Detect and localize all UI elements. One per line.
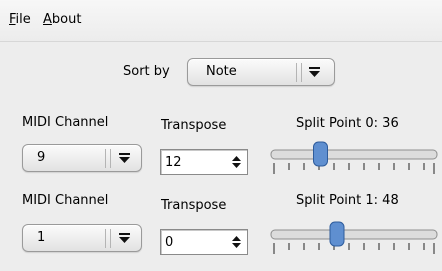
transpose-spinbox-1[interactable]: 12	[160, 149, 248, 175]
menu-about-mnemonic: A	[43, 12, 52, 27]
dropdown-separator	[105, 229, 111, 248]
menu-about-rest: bout	[51, 12, 82, 27]
slider-ticks	[273, 163, 435, 174]
transpose-label-2: Transpose	[161, 198, 227, 213]
split-point-value-1: 36	[382, 116, 399, 131]
split-point-slider-1[interactable]	[270, 140, 438, 178]
midi-channel-dropdown-2[interactable]: 1	[22, 224, 142, 252]
split-point-text-1: Split Point 0:	[296, 116, 379, 131]
split-point-value-2: 48	[382, 193, 399, 208]
midi-channel-label-1: MIDI Channel	[22, 115, 109, 130]
transpose-label-1: Transpose	[161, 118, 227, 133]
dropdown-separator	[296, 63, 302, 82]
split-point-text-2: Split Point 1:	[296, 193, 379, 208]
midi-channel-dropdown-1[interactable]: 9	[22, 144, 142, 172]
menu-file[interactable]: File	[9, 12, 31, 27]
transpose-value-2: 0	[165, 235, 174, 250]
sort-by-value: Note	[206, 64, 237, 79]
split-point-slider-2[interactable]	[270, 220, 438, 258]
sort-by-label: Sort by	[123, 64, 170, 79]
slider-ticks	[273, 243, 435, 254]
dropdown-separator	[105, 149, 111, 168]
transpose-spinbox-2[interactable]: 0	[160, 229, 248, 255]
spin-updown-icon[interactable]	[232, 155, 241, 169]
slider-handle	[313, 141, 328, 167]
midi-channel-value-2: 1	[37, 230, 46, 245]
menu-file-rest: ile	[15, 12, 31, 27]
menu-bar: File About	[0, 0, 442, 42]
dropdown-arrow-icon	[309, 67, 320, 77]
transpose-value-1: 12	[165, 155, 182, 170]
midi-channel-label-2: MIDI Channel	[22, 193, 109, 208]
menu-about[interactable]: About	[43, 12, 81, 27]
dropdown-arrow-icon	[119, 153, 130, 163]
dropdown-arrow-icon	[119, 233, 130, 243]
sort-by-dropdown[interactable]: Note	[187, 58, 335, 86]
spin-updown-icon[interactable]	[232, 235, 241, 249]
midi-channel-value-1: 9	[37, 150, 46, 165]
slider-handle	[329, 221, 345, 247]
split-point-label-1: Split Point 0: 36	[296, 116, 399, 131]
split-point-label-2: Split Point 1: 48	[296, 193, 399, 208]
